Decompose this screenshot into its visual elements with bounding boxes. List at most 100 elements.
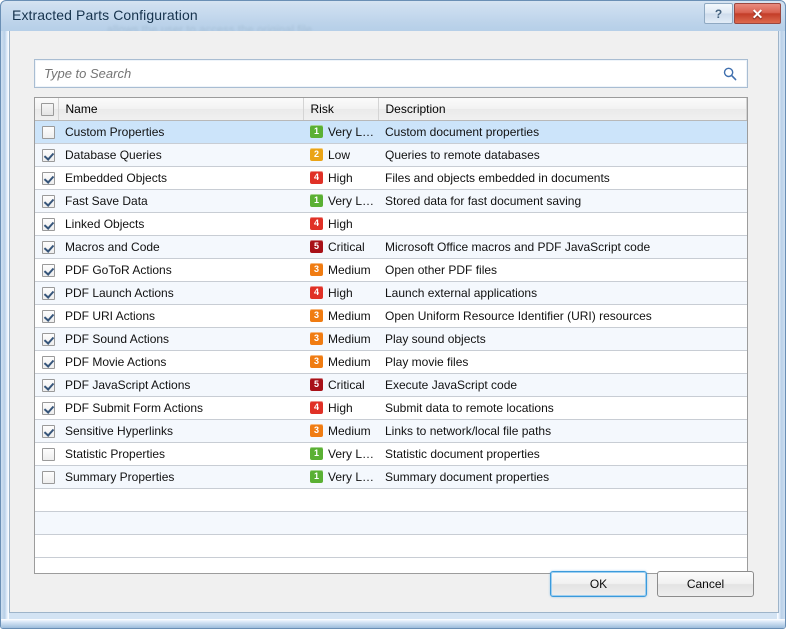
- risk-level-label: Medium: [328, 332, 371, 346]
- search-icon[interactable]: [722, 66, 738, 82]
- row-checkbox-cell[interactable]: [35, 120, 58, 143]
- risk-indicator: 5Critical: [310, 374, 378, 396]
- row-checkbox-cell[interactable]: [35, 350, 58, 373]
- row-checkbox[interactable]: [42, 195, 55, 208]
- row-name: Database Queries: [58, 143, 303, 166]
- row-checkbox-cell[interactable]: [35, 166, 58, 189]
- table-row[interactable]: PDF Submit Form Actions4HighSubmit data …: [35, 396, 747, 419]
- row-description: [378, 212, 747, 235]
- risk-level-label: High: [328, 401, 353, 415]
- row-checkbox-cell[interactable]: [35, 258, 58, 281]
- row-description: Open Uniform Resource Identifier (URI) r…: [378, 304, 747, 327]
- risk-level-label: Very Low: [328, 447, 376, 461]
- risk-level-label: High: [328, 217, 353, 231]
- empty-cell: [303, 534, 378, 557]
- column-header-risk[interactable]: Risk: [303, 98, 378, 120]
- table-row[interactable]: PDF URI Actions3MediumOpen Uniform Resou…: [35, 304, 747, 327]
- help-button[interactable]: ?: [704, 3, 733, 24]
- table-row[interactable]: Linked Objects 4High: [35, 212, 747, 235]
- ok-button[interactable]: OK: [550, 571, 647, 597]
- row-description: Summary document properties: [378, 465, 747, 488]
- table-row[interactable]: PDF Launch Actions4HighLaunch external a…: [35, 281, 747, 304]
- table-row[interactable]: Sensitive Hyperlinks3MediumLinks to netw…: [35, 419, 747, 442]
- table-row[interactable]: Statistic Properties1Very LowStatistic d…: [35, 442, 747, 465]
- row-checkbox[interactable]: [42, 149, 55, 162]
- row-risk: 3Medium: [303, 304, 378, 327]
- table-row[interactable]: Custom Properties1Very LowCustom documen…: [35, 120, 747, 143]
- risk-level-badge: 1: [310, 447, 323, 460]
- row-checkbox-cell[interactable]: [35, 281, 58, 304]
- row-checkbox[interactable]: [42, 287, 55, 300]
- row-checkbox[interactable]: [42, 356, 55, 369]
- row-description: Play sound objects: [378, 327, 747, 350]
- table-row[interactable]: Database Queries2LowQueries to remote da…: [35, 143, 747, 166]
- row-checkbox-cell[interactable]: [35, 212, 58, 235]
- row-risk: 3 Medium: [303, 327, 378, 350]
- cancel-button[interactable]: Cancel: [657, 571, 754, 597]
- risk-level-badge: 2: [310, 148, 323, 161]
- row-checkbox-cell[interactable]: [35, 189, 58, 212]
- row-checkbox[interactable]: [42, 333, 55, 346]
- table-row[interactable]: PDF Movie Actions3MediumPlay movie files: [35, 350, 747, 373]
- select-all-header[interactable]: [35, 98, 58, 120]
- empty-cell: [35, 511, 58, 534]
- risk-level-label: Very Low: [328, 470, 376, 484]
- row-checkbox-cell[interactable]: [35, 304, 58, 327]
- risk-level-badge: 5: [310, 378, 323, 391]
- table-row[interactable]: PDF Sound Actions3MediumPlay sound objec…: [35, 327, 747, 350]
- row-checkbox[interactable]: [42, 241, 55, 254]
- search-input[interactable]: [44, 66, 684, 81]
- close-button[interactable]: ✕: [734, 3, 781, 24]
- row-checkbox[interactable]: [42, 264, 55, 277]
- row-checkbox-cell[interactable]: [35, 465, 58, 488]
- risk-level-badge: 3: [310, 332, 323, 345]
- row-checkbox[interactable]: [42, 218, 55, 231]
- column-header-description[interactable]: Description: [378, 98, 747, 120]
- table-row-empty: [35, 534, 747, 557]
- title-bar: Extracted Parts Configuration ...allows …: [1, 1, 786, 31]
- column-header-name[interactable]: Name: [58, 98, 303, 120]
- row-checkbox[interactable]: [42, 310, 55, 323]
- risk-indicator: 1Very Low: [310, 121, 378, 143]
- row-checkbox[interactable]: [42, 172, 55, 185]
- row-risk: 5Critical: [303, 373, 378, 396]
- table-row-empty: [35, 488, 747, 511]
- row-checkbox-cell[interactable]: [35, 396, 58, 419]
- row-checkbox-cell[interactable]: [35, 235, 58, 258]
- table-row[interactable]: PDF JavaScript Actions5CriticalExecute J…: [35, 373, 747, 396]
- row-checkbox[interactable]: [42, 448, 55, 461]
- row-checkbox[interactable]: [42, 126, 55, 139]
- row-description: Stored data for fast document saving: [378, 189, 747, 212]
- select-all-checkbox[interactable]: [41, 103, 54, 116]
- row-checkbox[interactable]: [42, 402, 55, 415]
- row-checkbox[interactable]: [42, 471, 55, 484]
- risk-indicator: 5Critical: [310, 236, 378, 258]
- row-checkbox[interactable]: [42, 425, 55, 438]
- table-row-empty: [35, 511, 747, 534]
- row-checkbox[interactable]: [42, 379, 55, 392]
- table-row[interactable]: PDF GoToR Actions3MediumOpen other PDF f…: [35, 258, 747, 281]
- row-checkbox-cell[interactable]: [35, 143, 58, 166]
- table-row[interactable]: Embedded Objects4HighFiles and objects e…: [35, 166, 747, 189]
- row-checkbox-cell[interactable]: [35, 442, 58, 465]
- row-description: Play movie files: [378, 350, 747, 373]
- row-risk: 1Very Low: [303, 465, 378, 488]
- risk-level-label: Very Low: [328, 125, 376, 139]
- table-row[interactable]: Fast Save Data1Very LowStored data for f…: [35, 189, 747, 212]
- row-checkbox-cell[interactable]: [35, 327, 58, 350]
- dialog-client-area: Name Risk Description Custom Properties1…: [9, 31, 779, 613]
- table-row[interactable]: Summary Properties1Very LowSummary docum…: [35, 465, 747, 488]
- row-checkbox-cell[interactable]: [35, 419, 58, 442]
- risk-indicator: 3Medium: [310, 259, 378, 281]
- row-checkbox-cell[interactable]: [35, 373, 58, 396]
- risk-level-label: Medium: [328, 309, 371, 323]
- window-frame-left: [1, 31, 9, 628]
- empty-cell: [35, 534, 58, 557]
- table-row[interactable]: Macros and Code5CriticalMicrosoft Office…: [35, 235, 747, 258]
- risk-indicator: 4High: [310, 213, 378, 235]
- row-description: Microsoft Office macros and PDF JavaScri…: [378, 235, 747, 258]
- row-name: Linked Objects: [58, 212, 303, 235]
- risk-indicator: 2Low: [310, 144, 378, 166]
- search-box[interactable]: [34, 59, 748, 88]
- risk-level-label: Medium: [328, 424, 371, 438]
